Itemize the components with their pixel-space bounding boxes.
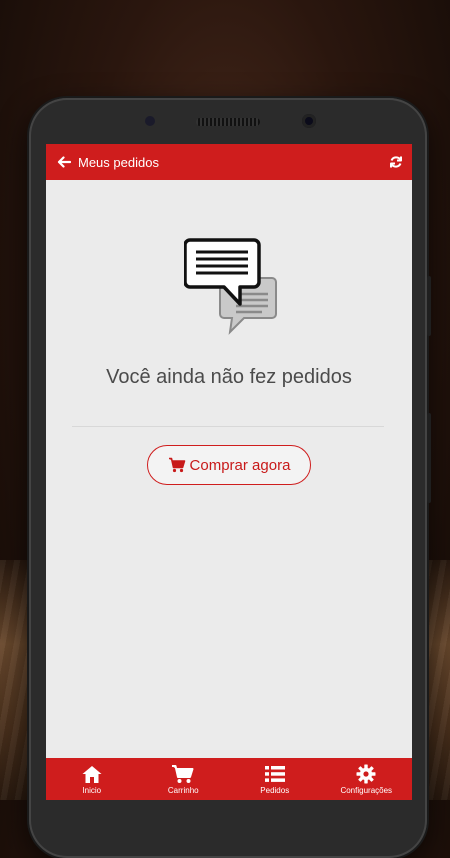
- cart-icon: [172, 765, 194, 783]
- nav-label-carrinho: Carrinho: [167, 786, 199, 795]
- back-button[interactable]: [50, 144, 78, 180]
- power-button: [427, 413, 431, 503]
- arrow-left-icon: [57, 156, 71, 168]
- app-screen: Meus pedidos Você ainda não fez pedidos …: [46, 144, 412, 800]
- app-bar: Meus pedidos: [46, 144, 412, 180]
- divider: [72, 426, 384, 427]
- buy-now-button[interactable]: Comprar agora: [147, 445, 311, 485]
- page-title: Meus pedidos: [78, 154, 159, 170]
- bottom-navigation: Inicio Carrinho Pedidos Configurações: [46, 758, 412, 800]
- nav-label-inicio: Inicio: [82, 786, 102, 795]
- nav-label-configuracoes: Configurações: [340, 786, 393, 795]
- chat-bubbles-icon: [184, 238, 277, 335]
- refresh-icon: [390, 156, 402, 168]
- gear-icon: [356, 764, 376, 784]
- home-icon: [82, 766, 102, 783]
- nav-item-pedidos[interactable]: Pedidos: [229, 758, 321, 800]
- nav-item-inicio[interactable]: Inicio: [46, 758, 138, 800]
- nav-item-configuracoes[interactable]: Configurações: [321, 758, 413, 800]
- volume-button: [427, 276, 431, 336]
- cart-icon: [168, 457, 185, 473]
- nav-label-pedidos: Pedidos: [260, 786, 290, 795]
- proximity-sensor: [145, 116, 155, 126]
- empty-orders-content: Você ainda não fez pedidos Comprar agora: [46, 180, 412, 758]
- empty-orders-message: Você ainda não fez pedidos: [106, 366, 352, 388]
- buy-now-label: Comprar agora: [189, 456, 291, 474]
- refresh-button[interactable]: [386, 152, 406, 172]
- list-icon: [264, 766, 285, 782]
- earpiece-speaker: [196, 118, 260, 126]
- front-camera: [302, 114, 316, 128]
- nav-item-carrinho[interactable]: Carrinho: [138, 758, 230, 800]
